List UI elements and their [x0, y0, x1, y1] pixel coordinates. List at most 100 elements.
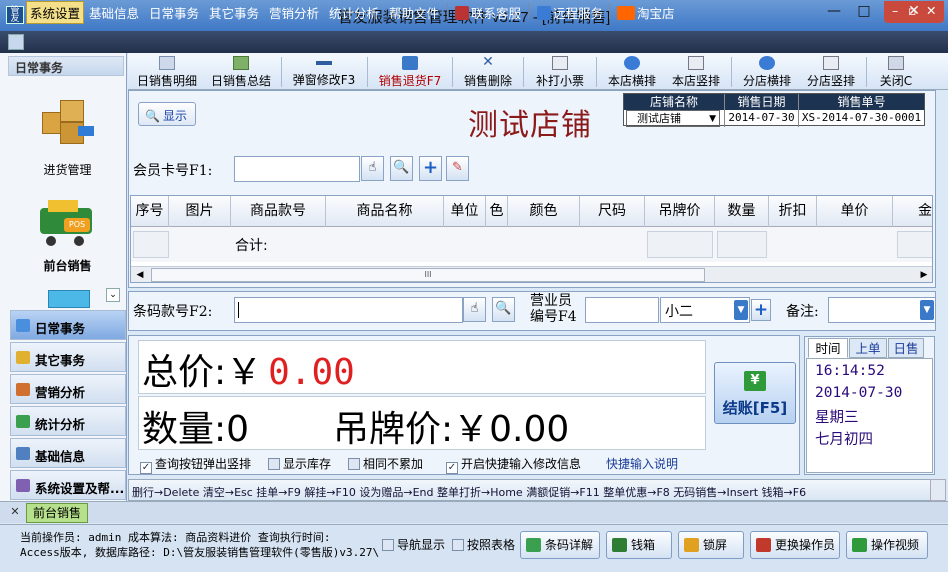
clerk-name-select[interactable]: 小二 ▼ [660, 297, 750, 323]
add-member-icon[interactable]: + [419, 156, 442, 181]
add-clerk-icon[interactable]: + [751, 299, 771, 321]
col-unit-price[interactable]: 单价 [817, 196, 893, 227]
dropdown-arrow-icon[interactable]: ▼ [920, 300, 934, 320]
nav-group-basic-info[interactable]: 基础信息 [10, 438, 126, 468]
menu-daily[interactable]: 日常事务 [149, 3, 199, 22]
col-color[interactable]: 颜色 [508, 196, 580, 227]
scroll-thumb[interactable]: III [151, 268, 705, 282]
tab-last-order[interactable]: 上单 [849, 338, 887, 358]
col-index[interactable]: 序号 [131, 196, 169, 227]
col-quantity[interactable]: 数量 [715, 196, 769, 227]
nav-group-daily[interactable]: 日常事务 [10, 310, 126, 340]
menu-basic-info[interactable]: 基础信息 [89, 3, 139, 22]
sales-delete-button[interactable]: ✕ 销售删除 [460, 53, 516, 90]
front-sales-icon[interactable]: POS [34, 196, 98, 252]
cash-drawer-label: 钱箱 [631, 538, 656, 552]
maximize-button[interactable]: □ [850, 1, 878, 23]
checkbox-unchecked[interactable] [382, 539, 394, 551]
col-unit[interactable]: 单位 [444, 196, 486, 227]
store-vertical-button[interactable]: 本店竖排 [668, 53, 724, 90]
nav-group-marketing[interactable]: 营销分析 [10, 374, 126, 404]
dropdown-arrow-icon[interactable]: ▼ [734, 300, 748, 320]
daily-sales-detail-button[interactable]: 日销售明细 [134, 53, 200, 90]
scroll-down-icon[interactable] [930, 479, 946, 501]
menu-contact-support[interactable]: 联系客服 [455, 3, 521, 22]
menu-help[interactable]: 帮助文件 [389, 3, 439, 22]
col-product-name[interactable]: 商品名称 [326, 196, 444, 227]
checkbox-checked[interactable]: ✓ [446, 462, 458, 474]
show-button[interactable]: 🔍 显示 [138, 102, 196, 126]
close-tab-icon[interactable]: ✕ [8, 505, 22, 519]
checkbox-unchecked[interactable] [348, 458, 360, 470]
scroll-right-icon[interactable]: ▶ [917, 268, 931, 282]
checkbox-unchecked[interactable] [452, 539, 464, 551]
tutorial-video-button[interactable]: 操作视频 [846, 531, 928, 559]
popup-edit-button[interactable]: 弹窗修改F3 [289, 53, 359, 90]
col-tag-price[interactable]: 吊牌价 [645, 196, 715, 227]
change-operator-button[interactable]: 更换操作员 [750, 531, 840, 559]
front-sales-label[interactable]: 前台销售 [4, 257, 131, 274]
reprint-receipt-button[interactable]: 补打小票 [531, 53, 589, 90]
next-shortcut-icon[interactable] [48, 290, 90, 308]
remark-input[interactable]: ▼ [828, 297, 936, 323]
close-page-button[interactable]: 关闭C [874, 53, 918, 90]
purchase-management-label[interactable]: 进货管理 [4, 161, 131, 178]
branch-vertical-button[interactable]: 分店竖排 [803, 53, 859, 90]
hand-pointer-icon[interactable]: ☝ [361, 156, 384, 181]
menu-other[interactable]: 其它事务 [209, 3, 259, 22]
nav-display-toggle[interactable]: 导航显示 [382, 536, 445, 553]
option-vertical-popup[interactable]: ✓ 查询按钮弹出竖排 [140, 455, 251, 474]
cash-drawer-button[interactable]: 钱箱 [606, 531, 672, 559]
checkbox-checked[interactable]: ✓ [140, 462, 152, 474]
edit-member-icon[interactable]: ✎ [446, 156, 469, 181]
tab-front-sales[interactable]: 前台销售 [26, 503, 88, 523]
nav-group-other[interactable]: 其它事务 [10, 342, 126, 372]
menu-taobao-store[interactable]: 淘宝店 [617, 3, 675, 22]
nav-group-statistics[interactable]: 统计分析 [10, 406, 126, 436]
daily-sales-summary-button[interactable]: 日销售总结 [208, 53, 274, 90]
store-select[interactable]: 测试店铺 ▼ [626, 110, 720, 127]
menu-marketing[interactable]: 营销分析 [269, 3, 319, 22]
purchase-management-icon[interactable] [38, 96, 102, 152]
member-search-icon[interactable]: 🔍 [390, 156, 413, 181]
nav-group-other-label: 其它事务 [35, 353, 86, 368]
mdi-minimize-button[interactable]: – [892, 3, 898, 18]
menu-remote-service[interactable]: 远程服务 [537, 3, 603, 22]
branch-horizontal-button[interactable]: 分店横排 [739, 53, 795, 90]
minimize-button[interactable]: — [820, 1, 848, 23]
option-no-accumulate[interactable]: 相同不累加 [348, 455, 423, 472]
col-image[interactable]: 图片 [169, 196, 231, 227]
option-quick-input[interactable]: ✓ 开启快捷输入修改信息 [446, 455, 581, 474]
scroll-left-icon[interactable]: ◀ [133, 268, 147, 282]
col-amount[interactable]: 金 [893, 196, 932, 227]
menu-system-settings[interactable]: 系统设置 [26, 1, 85, 24]
grid-horizontal-scrollbar[interactable]: ◀ III ▶ [131, 266, 932, 282]
clerk-code-input[interactable] [585, 297, 659, 323]
checkbox-unchecked[interactable] [268, 458, 280, 470]
col-style-no[interactable]: 商品款号 [231, 196, 326, 227]
nav-group-system[interactable]: 系统设置及帮... [10, 470, 126, 500]
mdi-close-button[interactable]: ✕ [926, 3, 936, 18]
col-discount[interactable]: 折扣 [769, 196, 817, 227]
quick-input-help-link[interactable]: 快捷输入说明 [606, 455, 678, 472]
tab-time[interactable]: 时间 [808, 338, 848, 358]
checkout-button[interactable]: ¥ 结账[F5] [714, 362, 796, 424]
table-mode-toggle[interactable]: 按照表格 [452, 536, 515, 553]
sales-return-button[interactable]: 销售退货F7 [375, 53, 445, 90]
tab-daily-sales[interactable]: 日售 [888, 338, 924, 358]
col-size[interactable]: 尺码 [580, 196, 645, 227]
close-page-label: 关闭C [879, 74, 913, 88]
barcode-search-icon[interactable]: 🔍 [492, 297, 515, 322]
mdi-restore-button[interactable]: ▫ [908, 3, 916, 18]
menu-statistics[interactable]: 统计分析 [329, 3, 379, 22]
option-show-stock[interactable]: 显示库存 [268, 455, 331, 472]
lock-screen-button[interactable]: 锁屏 [678, 531, 744, 559]
barcode-detail-button[interactable]: 条码详解 [520, 531, 600, 559]
col-color-code[interactable]: 色 [486, 196, 508, 227]
barcode-input[interactable] [234, 297, 463, 323]
store-horizontal-button[interactable]: 本店横排 [604, 53, 660, 90]
return-icon [402, 56, 418, 70]
barcode-hand-icon[interactable]: ☝ [463, 297, 486, 322]
member-card-input[interactable] [234, 156, 360, 182]
nav-expand-chevron-icon[interactable]: ⌄ [106, 288, 120, 302]
